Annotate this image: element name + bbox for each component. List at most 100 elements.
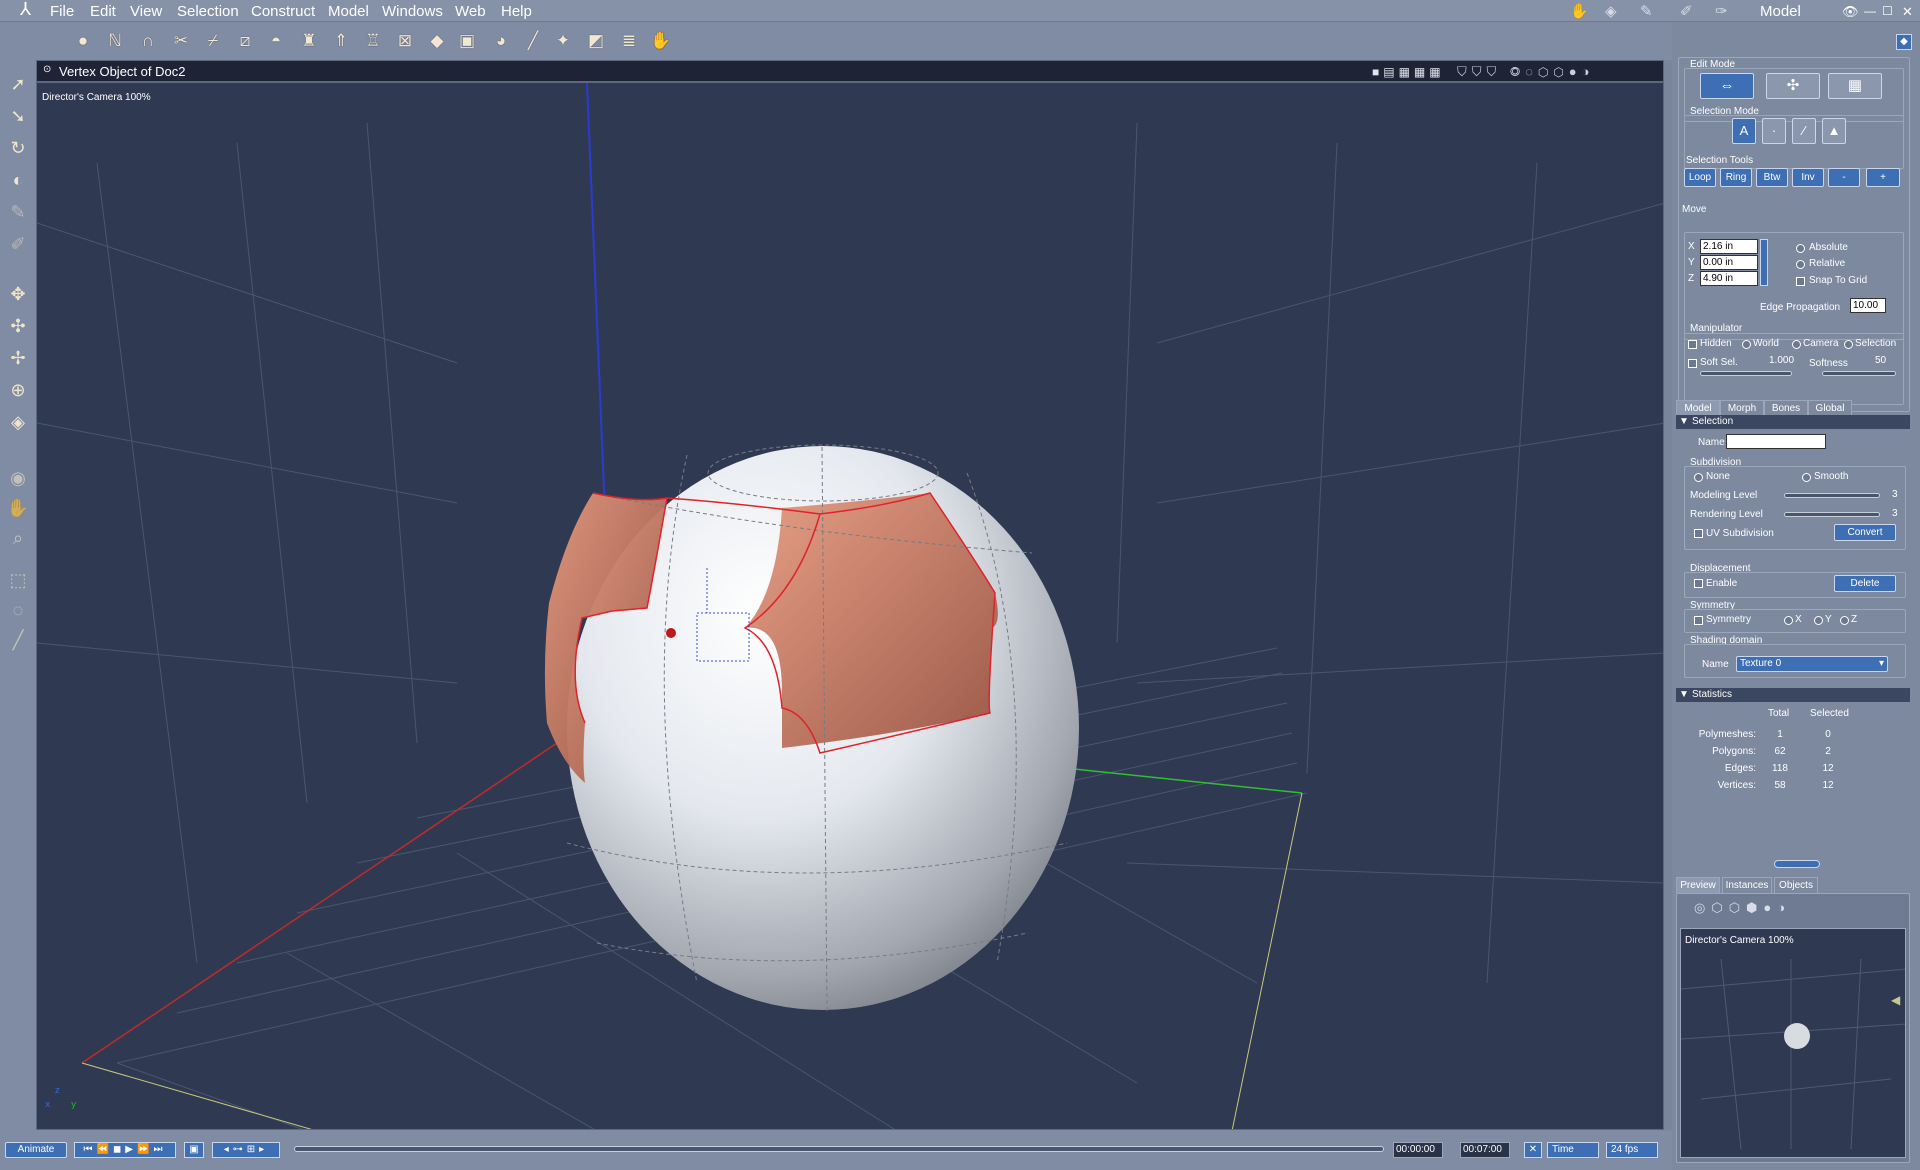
statistics-section-header[interactable]: ▼ Statistics bbox=[1676, 688, 1910, 702]
soft-sel-slider[interactable] bbox=[1700, 371, 1792, 376]
tab-bones[interactable]: Bones bbox=[1764, 400, 1808, 416]
move-xy-icon[interactable]: ✢ bbox=[6, 346, 30, 370]
twist-tool-icon[interactable]: ◐ bbox=[6, 168, 30, 192]
knife-tool-icon[interactable]: ✂ bbox=[170, 30, 192, 52]
box-manip-icon[interactable]: ◈ bbox=[6, 410, 30, 434]
edit-mode-move-button[interactable]: ⇔ bbox=[1700, 73, 1754, 99]
rendering-level-slider[interactable] bbox=[1784, 512, 1880, 517]
z-input[interactable]: 4.90 in bbox=[1700, 271, 1758, 286]
point-mode-button[interactable]: · bbox=[1762, 118, 1786, 144]
zoom-icon[interactable]: ⌕ bbox=[6, 526, 30, 550]
vertex-mode-button[interactable]: A bbox=[1732, 118, 1756, 144]
menu-web[interactable]: Web bbox=[455, 2, 486, 21]
loop-button[interactable]: Loop bbox=[1684, 168, 1716, 187]
playback-controls[interactable]: ⏮⏪◼▶⏩⏭ bbox=[74, 1142, 176, 1158]
line-tool-icon[interactable]: ╱ bbox=[522, 30, 544, 52]
face-mode-button[interactable]: ▲ bbox=[1822, 118, 1846, 144]
tab-global[interactable]: Global bbox=[1808, 400, 1852, 416]
extrude-tool-icon[interactable]: ⇑ bbox=[330, 30, 352, 52]
symmetry-z-radio[interactable] bbox=[1840, 616, 1849, 625]
displacement-enable-checkbox[interactable] bbox=[1694, 579, 1703, 588]
cube-tool-icon[interactable]: ◆ bbox=[426, 30, 448, 52]
menu-edit[interactable]: Edit bbox=[90, 2, 116, 21]
soft-sel-checkbox[interactable] bbox=[1688, 359, 1697, 368]
preview-viewport[interactable]: Director's Camera 100% ◀ bbox=[1680, 928, 1906, 1158]
edge-mode-button[interactable]: ⁄ bbox=[1792, 118, 1816, 144]
timeline-scrubber[interactable] bbox=[294, 1146, 1384, 1152]
morph-tool-icon[interactable]: ✦ bbox=[552, 30, 574, 52]
convert-button[interactable]: Convert bbox=[1834, 524, 1896, 541]
weld-tool-icon[interactable]: ⌿ bbox=[202, 30, 224, 52]
pen-tool-icon[interactable]: ✎ bbox=[6, 200, 30, 224]
grow-selection-button[interactable]: + bbox=[1866, 168, 1900, 187]
selection-section-header[interactable]: ▼ Selection bbox=[1676, 415, 1910, 429]
between-button[interactable]: Btw bbox=[1756, 168, 1788, 187]
shading-domain-select[interactable]: Texture 0 ▾ bbox=[1736, 656, 1888, 672]
stack-tool-icon[interactable]: ≣ bbox=[618, 30, 640, 52]
ring-button[interactable]: Ring bbox=[1720, 168, 1752, 187]
rect-select-icon[interactable]: ⬚ bbox=[6, 568, 30, 592]
menu-model[interactable]: Model bbox=[328, 2, 369, 21]
edit-mode-mesh-button[interactable]: ▦ bbox=[1828, 73, 1882, 99]
menu-file[interactable]: File bbox=[50, 2, 74, 21]
flip-tool-icon[interactable]: ◩ bbox=[585, 30, 607, 52]
menu-view[interactable]: View bbox=[130, 2, 162, 21]
minimize-icon[interactable]: — bbox=[1864, 2, 1876, 21]
cup-tool-icon[interactable]: ♖ bbox=[362, 30, 384, 52]
box-tool-icon[interactable]: ⊠ bbox=[394, 30, 416, 52]
start-time-field[interactable]: 00:00:00 bbox=[1393, 1142, 1443, 1158]
paint-select-icon[interactable]: ╱ bbox=[6, 628, 30, 652]
uv-subdivision-checkbox[interactable] bbox=[1694, 529, 1703, 538]
delete-displacement-button[interactable]: Delete bbox=[1834, 575, 1896, 592]
snap-to-grid-checkbox[interactable] bbox=[1796, 277, 1805, 286]
x-input[interactable]: 2.16 in bbox=[1700, 239, 1758, 254]
shrink-selection-button[interactable]: - bbox=[1828, 168, 1860, 187]
room-brush-icon[interactable]: ✐ bbox=[1680, 2, 1693, 21]
record-icon[interactable]: ▣ bbox=[184, 1142, 204, 1158]
select-arrow-icon[interactable]: ➚ bbox=[6, 72, 30, 96]
lasso-icon[interactable]: ◌ bbox=[6, 598, 30, 622]
folder-tool-icon[interactable]: ▣ bbox=[456, 30, 478, 52]
keyframe-controls[interactable]: ◂⊶⊞▸ bbox=[212, 1142, 280, 1158]
modeling-level-slider[interactable] bbox=[1784, 493, 1880, 498]
time-unit-select[interactable]: Time bbox=[1547, 1142, 1599, 1158]
dome-tool-icon[interactable]: ◓ bbox=[265, 30, 287, 52]
end-time-field[interactable]: 00:07:00 bbox=[1460, 1142, 1510, 1158]
direct-select-icon[interactable]: ➘ bbox=[6, 104, 30, 128]
y-input[interactable]: 0.00 in bbox=[1700, 255, 1758, 270]
symmetry-checkbox[interactable] bbox=[1694, 616, 1703, 625]
eye-icon[interactable]: 👁 bbox=[1842, 2, 1859, 21]
softness-slider[interactable] bbox=[1822, 371, 1896, 376]
bridge-tool-icon[interactable]: ⧄ bbox=[234, 30, 256, 52]
move-tool-icon[interactable]: ✥ bbox=[6, 282, 30, 306]
brush-tool-icon[interactable]: ✐ bbox=[6, 232, 30, 256]
tab-preview[interactable]: Preview bbox=[1676, 877, 1720, 893]
close-icon[interactable]: ✕ bbox=[1902, 2, 1913, 21]
universal-manip-icon[interactable]: ⊕ bbox=[6, 378, 30, 402]
room-pencil-icon[interactable]: ✎ bbox=[1640, 2, 1653, 21]
animate-button[interactable]: Animate bbox=[5, 1142, 67, 1158]
magnet-tool-icon[interactable]: ∩ bbox=[137, 30, 159, 52]
pan-hand-icon[interactable]: ✋ bbox=[6, 496, 30, 520]
menu-help[interactable]: Help bbox=[501, 2, 532, 21]
viewport-3d[interactable]: Director's Camera 100% z y x bbox=[36, 82, 1664, 1130]
panel-splitter-handle[interactable] bbox=[1774, 860, 1820, 868]
tab-model[interactable]: Model bbox=[1676, 400, 1720, 416]
edit-mode-add-button[interactable]: ✣ bbox=[1766, 73, 1820, 99]
symmetry-x-radio[interactable] bbox=[1784, 616, 1793, 625]
room-hand-icon[interactable]: ✋ bbox=[1570, 2, 1589, 21]
sphere-primitive-icon[interactable]: ● bbox=[72, 30, 94, 52]
timeline-x-icon[interactable]: ✕ bbox=[1524, 1142, 1542, 1158]
symmetry-y-radio[interactable] bbox=[1814, 616, 1823, 625]
xyz-stepper[interactable] bbox=[1760, 239, 1768, 286]
tab-instances[interactable]: Instances bbox=[1722, 877, 1772, 893]
teapot-tool-icon[interactable]: ◕ bbox=[490, 30, 512, 52]
world-radio[interactable] bbox=[1742, 340, 1751, 349]
absolute-radio[interactable] bbox=[1796, 244, 1805, 253]
menu-windows[interactable]: Windows bbox=[382, 2, 443, 21]
paint-tool-icon[interactable]: ✋ bbox=[650, 30, 672, 52]
move-xz-icon[interactable]: ✣ bbox=[6, 314, 30, 338]
layout-icons[interactable]: ■▤▦▦▦ bbox=[1372, 65, 1445, 79]
relative-radio[interactable] bbox=[1796, 260, 1805, 269]
tab-morph[interactable]: Morph bbox=[1720, 400, 1764, 416]
